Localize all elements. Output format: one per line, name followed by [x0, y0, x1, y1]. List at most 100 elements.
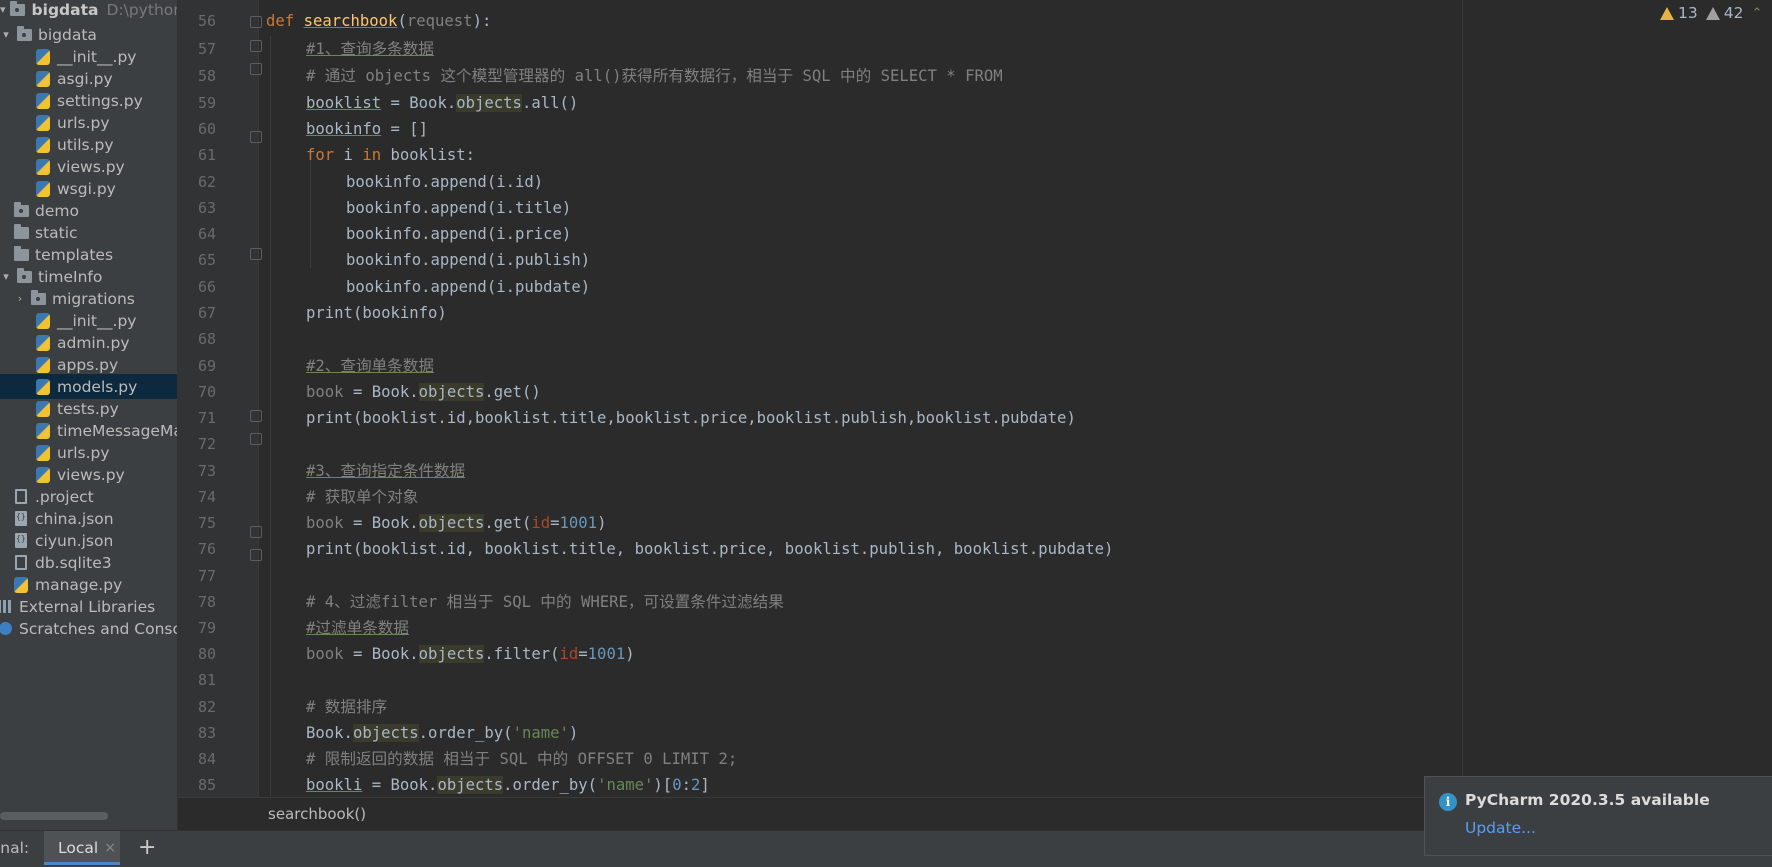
update-link[interactable]: Update... — [1465, 819, 1536, 837]
tree-item-label: apps.py — [57, 355, 119, 374]
tree-item-label: db.sqlite3 — [35, 553, 112, 572]
python-file-icon — [34, 114, 52, 131]
line-number: 58 — [197, 67, 216, 85]
line-number: 81 — [197, 671, 216, 689]
line-number: 64 — [197, 225, 216, 243]
tree-item-label: bigdata — [38, 25, 97, 44]
inspections-widget[interactable]: 13 42 ⌃ — [1660, 4, 1762, 22]
tree-root-path: D:\pythonPro — [106, 0, 177, 19]
line-number: 85 — [197, 776, 216, 794]
tree-item-label: utils.py — [57, 135, 114, 154]
line-number: 82 — [197, 698, 216, 716]
tree-item-label: Scratches and Consoles — [19, 619, 177, 638]
tree-root-label: bigdata — [31, 0, 99, 19]
tree-item-label: ciyun.json — [35, 531, 114, 550]
weak-warning-icon — [1705, 6, 1720, 20]
line-number: 65 — [197, 251, 216, 269]
tree-item-label: timeInfo — [38, 267, 103, 286]
tree-item[interactable]: Scratches and Consoles — [0, 616, 177, 641]
terminal-tab-label: Local — [58, 839, 99, 857]
folder-icon — [15, 25, 33, 43]
code-line-69: #2、查询单条数据 — [306, 357, 434, 375]
breadcrumb-item-searchbook[interactable]: searchbook() — [268, 805, 366, 823]
tree-item-label: migrations — [52, 289, 135, 308]
fold-marker[interactable] — [250, 433, 262, 445]
line-number: 79 — [197, 619, 216, 637]
code-line-78: # 4、过滤filter 相当于 SQL 中的 WHERE，可设置条件过滤结果 — [306, 593, 784, 611]
line-number: 67 — [197, 304, 216, 322]
chevron-down-icon[interactable]: ▾ — [0, 3, 6, 16]
python-file-icon — [34, 422, 52, 439]
add-terminal-button[interactable]: + — [138, 835, 156, 860]
folder-icon — [9, 0, 27, 18]
project-tool-window: ▾ bigdata D:\pythonPro ▾ bigdata __init__.… — [0, 0, 178, 830]
line-number: 60 — [197, 120, 216, 138]
chevron-down-icon[interactable]: ▾ — [0, 28, 12, 41]
chevron-down-icon[interactable]: ▾ — [0, 270, 12, 283]
indent-guide — [270, 36, 271, 796]
code-line-59: booklist = Book.objects.all() — [306, 94, 579, 112]
line-number: 66 — [197, 278, 216, 296]
line-number: 71 — [197, 409, 216, 427]
code-line-84: # 限制返回的数据 相当于 SQL 中的 OFFSET 0 LIMIT 2; — [306, 750, 738, 768]
tree-item-label: views.py — [57, 465, 125, 484]
warnings-count[interactable]: 13 — [1660, 4, 1698, 22]
line-number: 76 — [197, 540, 216, 558]
tree-item-label: tests.py — [57, 399, 119, 418]
update-notification: i PyCharm 2020.3.5 available Update... — [1424, 776, 1772, 856]
line-number: 84 — [197, 750, 216, 768]
fold-marker[interactable] — [250, 410, 262, 422]
tree-item-label: settings.py — [57, 91, 143, 110]
code-line-76: print(booklist.id, booklist.title, bookl… — [306, 540, 1114, 558]
file-icon — [12, 555, 30, 571]
line-number: 80 — [197, 645, 216, 663]
scratches-icon — [0, 621, 14, 637]
tree-item-label: __init__.py — [57, 47, 137, 66]
tree-item-label: urls.py — [57, 443, 110, 462]
info-icon: i — [1439, 793, 1457, 811]
chevron-up-icon[interactable]: ⌃ — [1751, 6, 1762, 21]
libraries-icon — [0, 599, 14, 615]
code-line-83: Book.objects.order_by('name') — [306, 724, 579, 742]
tree-root-bigdata[interactable]: ▾ bigdata D:\pythonPro — [0, 0, 177, 22]
code-line-70: book = Book.objects.get() — [306, 383, 541, 401]
code-line-80: book = Book.objects.filter(id=1001) — [306, 645, 635, 663]
tree-item-label: asgi.py — [57, 69, 113, 88]
line-number: 70 — [197, 383, 216, 401]
fold-marker[interactable] — [250, 549, 262, 561]
code-line-62: bookinfo.append(i.id) — [346, 173, 544, 191]
python-file-icon — [34, 400, 52, 417]
line-number: 62 — [197, 173, 216, 191]
close-icon[interactable]: × — [104, 840, 116, 856]
fold-marker[interactable] — [250, 63, 262, 75]
fold-marker[interactable] — [250, 16, 262, 28]
python-file-icon — [34, 466, 52, 483]
code-line-79: #过滤单条数据 — [306, 619, 409, 637]
chevron-right-icon[interactable]: › — [14, 292, 26, 305]
file-icon — [12, 489, 30, 505]
fold-marker[interactable] — [250, 131, 262, 143]
tree-item-label: __init__.py — [57, 311, 137, 330]
code-line-57: #1、查询多条数据 — [306, 40, 434, 58]
tree-item-label: views.py — [57, 157, 125, 176]
fold-marker[interactable] — [250, 248, 262, 260]
gutter-divider — [258, 0, 259, 797]
python-file-icon — [34, 334, 52, 351]
fold-marker[interactable] — [250, 40, 262, 52]
python-file-icon — [34, 312, 52, 329]
tree-item-label: External Libraries — [19, 597, 156, 616]
weak-warnings-count[interactable]: 42 — [1705, 4, 1743, 22]
code-line-73: #3、查询指定条件数据 — [306, 462, 466, 480]
json-file-icon — [12, 511, 30, 527]
tree-horizontal-scrollbar[interactable] — [0, 812, 108, 820]
code-line-82: # 数据排序 — [306, 698, 388, 716]
fold-marker[interactable] — [250, 526, 262, 538]
tree-item-label: models.py — [57, 377, 138, 396]
line-number: 78 — [197, 593, 216, 611]
code-line-75: book = Book.objects.get(id=1001) — [306, 514, 607, 532]
folder-icon — [29, 289, 47, 307]
python-file-icon — [34, 378, 52, 395]
tree-item-label: admin.py — [57, 333, 130, 352]
terminal-tab-local[interactable]: Local × — [44, 831, 120, 865]
code-line-64: bookinfo.append(i.price) — [346, 225, 572, 243]
